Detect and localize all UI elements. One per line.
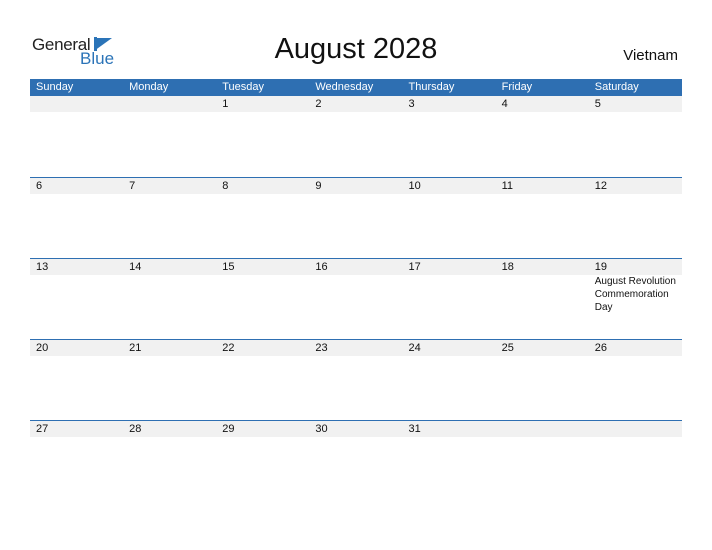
day-number bbox=[496, 421, 589, 437]
weekday-sunday: Sunday bbox=[36, 81, 74, 93]
weekday-friday: Friday bbox=[501, 81, 533, 93]
day-number: 5 bbox=[594, 98, 601, 110]
weekday-header-row: Sunday Monday Tuesday Wednesday Thursday… bbox=[30, 79, 682, 96]
day-number: 27 bbox=[36, 423, 49, 435]
holiday-label bbox=[123, 275, 216, 314]
weekday-saturday: Saturday bbox=[594, 81, 639, 93]
day-number: 26 bbox=[594, 342, 607, 354]
day-number bbox=[589, 421, 682, 437]
day-number: 30 bbox=[315, 423, 328, 435]
calendar-grid: Sunday Monday Tuesday Wednesday Thursday… bbox=[30, 79, 682, 437]
holiday-label bbox=[30, 275, 123, 314]
day-number: 16 bbox=[315, 261, 328, 273]
day-number: 31 bbox=[408, 423, 421, 435]
day-number: 7 bbox=[129, 180, 136, 192]
day-number: 13 bbox=[36, 261, 49, 273]
day-number: 3 bbox=[408, 98, 415, 110]
day-number: 8 bbox=[222, 180, 229, 192]
day-number: 21 bbox=[129, 342, 142, 354]
day-number: 6 bbox=[36, 180, 43, 192]
weekday-tuesday: Tuesday bbox=[222, 81, 265, 93]
day-number: 15 bbox=[222, 261, 235, 273]
holiday-label bbox=[309, 275, 402, 314]
day-number: 2 bbox=[315, 98, 322, 110]
week-row: 13 14 15 16 17 18 19 August Revolution Commemor… bbox=[30, 258, 682, 314]
day-number: 22 bbox=[222, 342, 235, 354]
date-number-row: 27 28 29 30 31 bbox=[30, 421, 682, 437]
day-number bbox=[30, 96, 123, 112]
day-number: 11 bbox=[501, 180, 514, 192]
holiday-label bbox=[496, 275, 589, 314]
weekday-wednesday: Wednesday bbox=[315, 81, 374, 93]
day-number: 20 bbox=[36, 342, 49, 354]
holiday-label bbox=[403, 275, 496, 314]
week-row: 20 21 22 23 24 25 26 bbox=[30, 339, 682, 356]
day-number: 10 bbox=[408, 180, 421, 192]
day-number: 9 bbox=[315, 180, 322, 192]
weekday-thursday: Thursday bbox=[408, 81, 455, 93]
day-number: 28 bbox=[129, 423, 142, 435]
day-number: 4 bbox=[501, 98, 508, 110]
date-number-row: 20 21 22 23 24 25 26 bbox=[30, 340, 682, 356]
week-row: 1 2 3 4 5 bbox=[30, 96, 682, 112]
day-number: 19 bbox=[594, 261, 607, 273]
holiday-label: August Revolution Commemoration Day bbox=[594, 276, 676, 313]
week-row: 27 28 29 30 31 bbox=[30, 420, 682, 437]
calendar-title: August 2028 bbox=[274, 33, 438, 65]
country-label: Vietnam bbox=[623, 47, 678, 64]
day-number: 14 bbox=[129, 261, 142, 273]
week-row: 6 7 8 9 10 11 12 bbox=[30, 177, 682, 194]
day-number: 12 bbox=[594, 180, 607, 192]
date-number-row: 13 14 15 16 17 18 19 bbox=[30, 259, 682, 275]
day-number: 18 bbox=[501, 261, 514, 273]
day-number: 23 bbox=[315, 342, 328, 354]
day-number: 1 bbox=[222, 98, 229, 110]
day-number: 29 bbox=[222, 423, 235, 435]
holiday-label bbox=[216, 275, 309, 314]
day-number: 25 bbox=[501, 342, 514, 354]
date-number-row: 1 2 3 4 5 bbox=[30, 96, 682, 112]
day-number bbox=[123, 96, 216, 112]
day-number: 24 bbox=[408, 342, 421, 354]
date-number-row: 6 7 8 9 10 11 12 bbox=[30, 178, 682, 194]
weekday-monday: Monday bbox=[129, 81, 169, 93]
event-row: August Revolution Commemoration Day bbox=[30, 275, 682, 314]
day-number: 17 bbox=[408, 261, 421, 273]
